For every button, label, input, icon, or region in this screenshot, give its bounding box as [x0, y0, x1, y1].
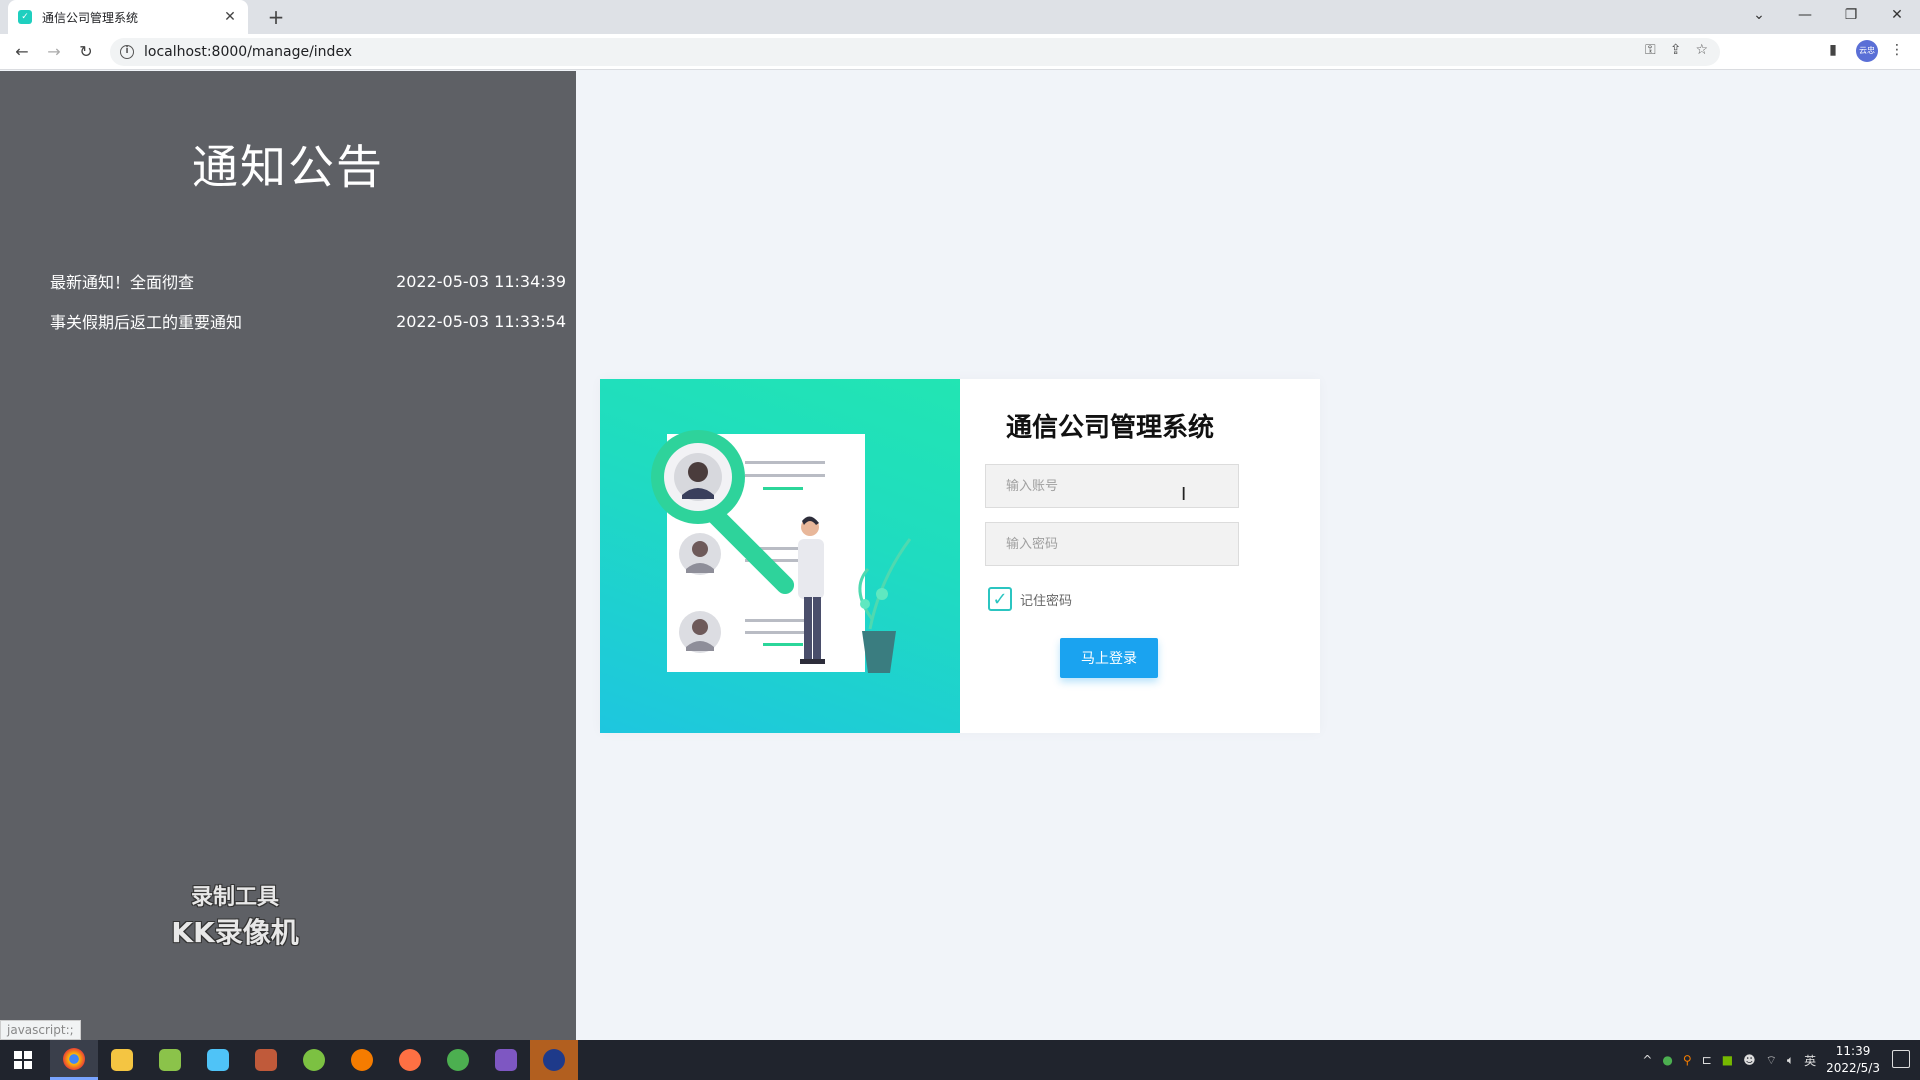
browser-tab-strip: ✓ 通信公司管理系统 ✕ + ⌄ — ❐ ✕	[0, 0, 1920, 34]
notice-item-time: 2022-05-03 11:33:54	[396, 311, 566, 331]
menu-kebab-icon[interactable]: ⋮	[1886, 42, 1908, 62]
app-taskbar-icon[interactable]	[290, 1040, 338, 1080]
tray-search-icon[interactable]: ⚲	[1683, 1053, 1692, 1067]
notice-item[interactable]: 最新通知！全面彻查 2022-05-03 11:34:39	[50, 261, 566, 301]
tab-title: 通信公司管理系统	[42, 10, 139, 25]
tray-wechat-icon[interactable]: ●	[1662, 1053, 1672, 1067]
notice-item-time: 2022-05-03 11:34:39	[396, 271, 566, 291]
wechat-taskbar-icon[interactable]	[434, 1040, 482, 1080]
omnibox[interactable]: i localhost:8000/manage/index ⚿ ⇪ ☆	[110, 38, 1720, 66]
key-icon[interactable]: ⚿	[1645, 42, 1656, 58]
tray-app-icon[interactable]: ⊏	[1702, 1053, 1712, 1067]
remember-checkbox[interactable]: ✓	[988, 587, 1012, 611]
clock-time: 11:39	[1835, 1044, 1871, 1058]
app-taskbar-icon[interactable]	[242, 1040, 290, 1080]
favicon-icon: ✓	[18, 10, 32, 24]
tray-nvidia-icon[interactable]: ■	[1722, 1053, 1733, 1067]
recorder-watermark: 录制工具 KK录像机	[160, 879, 310, 951]
tray-wifi-icon[interactable]: ⌔	[1766, 1053, 1777, 1068]
system-tray: ^ ● ⚲ ⊏ ■ ☻ ⌔ 🔈︎ 英 11:39 2022/5/3	[1642, 1040, 1880, 1080]
notepad-taskbar-icon[interactable]	[146, 1040, 194, 1080]
app-taskbar-icon[interactable]	[482, 1040, 530, 1080]
status-bubble: javascript:;	[0, 1020, 81, 1040]
watermark-line: KK录像机	[171, 916, 299, 949]
notification-center-icon[interactable]	[1892, 1050, 1910, 1068]
side-panel-icon[interactable]: ▮	[1822, 42, 1844, 62]
ime-indicator[interactable]: 英	[1804, 1052, 1816, 1069]
profile-avatar[interactable]: 云忠	[1856, 40, 1878, 62]
clock-date: 2022/5/3	[1826, 1061, 1880, 1075]
browser-tab[interactable]: ✓ 通信公司管理系统 ✕	[8, 0, 248, 34]
address-bar: ← → ↻ i localhost:8000/manage/index ⚿ ⇪ …	[0, 34, 1920, 70]
login-illustration	[600, 379, 960, 733]
remember-password[interactable]: ✓ 记住密码	[988, 587, 1072, 611]
chrome-taskbar-icon[interactable]	[50, 1040, 98, 1080]
notice-item-title[interactable]: 事关假期后返工的重要通知	[50, 309, 242, 333]
url-text[interactable]: localhost:8000/manage/index	[144, 44, 352, 60]
search-app-taskbar-icon[interactable]	[338, 1040, 386, 1080]
tray-expand-icon[interactable]: ^	[1642, 1053, 1652, 1067]
notice-item-title[interactable]: 最新通知！全面彻查	[50, 269, 194, 293]
share-icon[interactable]: ⇪	[1670, 42, 1682, 58]
tab-search-icon[interactable]: ⌄	[1736, 0, 1782, 30]
text-cursor-icon: I	[1181, 484, 1187, 505]
restore-button[interactable]: ❐	[1828, 0, 1874, 30]
notice-item[interactable]: 事关假期后返工的重要通知 2022-05-03 11:33:54	[50, 301, 566, 341]
new-tab-button[interactable]: +	[262, 4, 290, 30]
app-taskbar-icon[interactable]	[386, 1040, 434, 1080]
login-button[interactable]: 马上登录	[1060, 638, 1158, 678]
clock[interactable]: 11:39 2022/5/3	[1826, 1043, 1880, 1077]
watermark-line: 录制工具	[190, 885, 279, 910]
password-input[interactable]	[985, 522, 1239, 566]
notice-panel: 通知公告 最新通知！全面彻查 2022-05-03 11:34:39 事关假期后…	[0, 71, 576, 1040]
minimize-button[interactable]: —	[1782, 0, 1828, 30]
back-icon[interactable]: ←	[8, 40, 36, 64]
resume-search-illustration	[651, 430, 912, 673]
login-card: 通信公司管理系统 ✓ 记住密码 马上登录	[600, 379, 1320, 733]
start-button[interactable]	[0, 1040, 46, 1080]
site-info-icon[interactable]: i	[120, 45, 134, 59]
login-title: 通信公司管理系统	[1005, 413, 1214, 443]
taskbar: ^ ● ⚲ ⊏ ■ ☻ ⌔ 🔈︎ 英 11:39 2022/5/3	[0, 1040, 1920, 1080]
account-input[interactable]	[985, 464, 1239, 508]
file-explorer-taskbar-icon[interactable]	[98, 1040, 146, 1080]
editor-taskbar-icon[interactable]	[194, 1040, 242, 1080]
notice-title: 通知公告	[192, 140, 384, 194]
notice-list: 最新通知！全面彻查 2022-05-03 11:34:39 事关假期后返工的重要…	[50, 261, 566, 341]
forward-icon[interactable]: →	[40, 40, 68, 64]
tray-volume-icon[interactable]: 🔈︎	[1787, 1053, 1794, 1068]
login-form: 通信公司管理系统 ✓ 记住密码 马上登录	[960, 379, 1320, 733]
close-tab-icon[interactable]: ✕	[222, 9, 238, 25]
recorder-taskbar-icon[interactable]	[530, 1040, 578, 1080]
windows-logo-icon	[14, 1051, 32, 1069]
remember-label: 记住密码	[1020, 593, 1073, 609]
bookmark-star-icon[interactable]: ☆	[1695, 42, 1708, 58]
tray-qq-icon[interactable]: ☻	[1743, 1053, 1756, 1067]
close-window-button[interactable]: ✕	[1874, 0, 1920, 30]
reload-icon[interactable]: ↻	[72, 40, 100, 64]
